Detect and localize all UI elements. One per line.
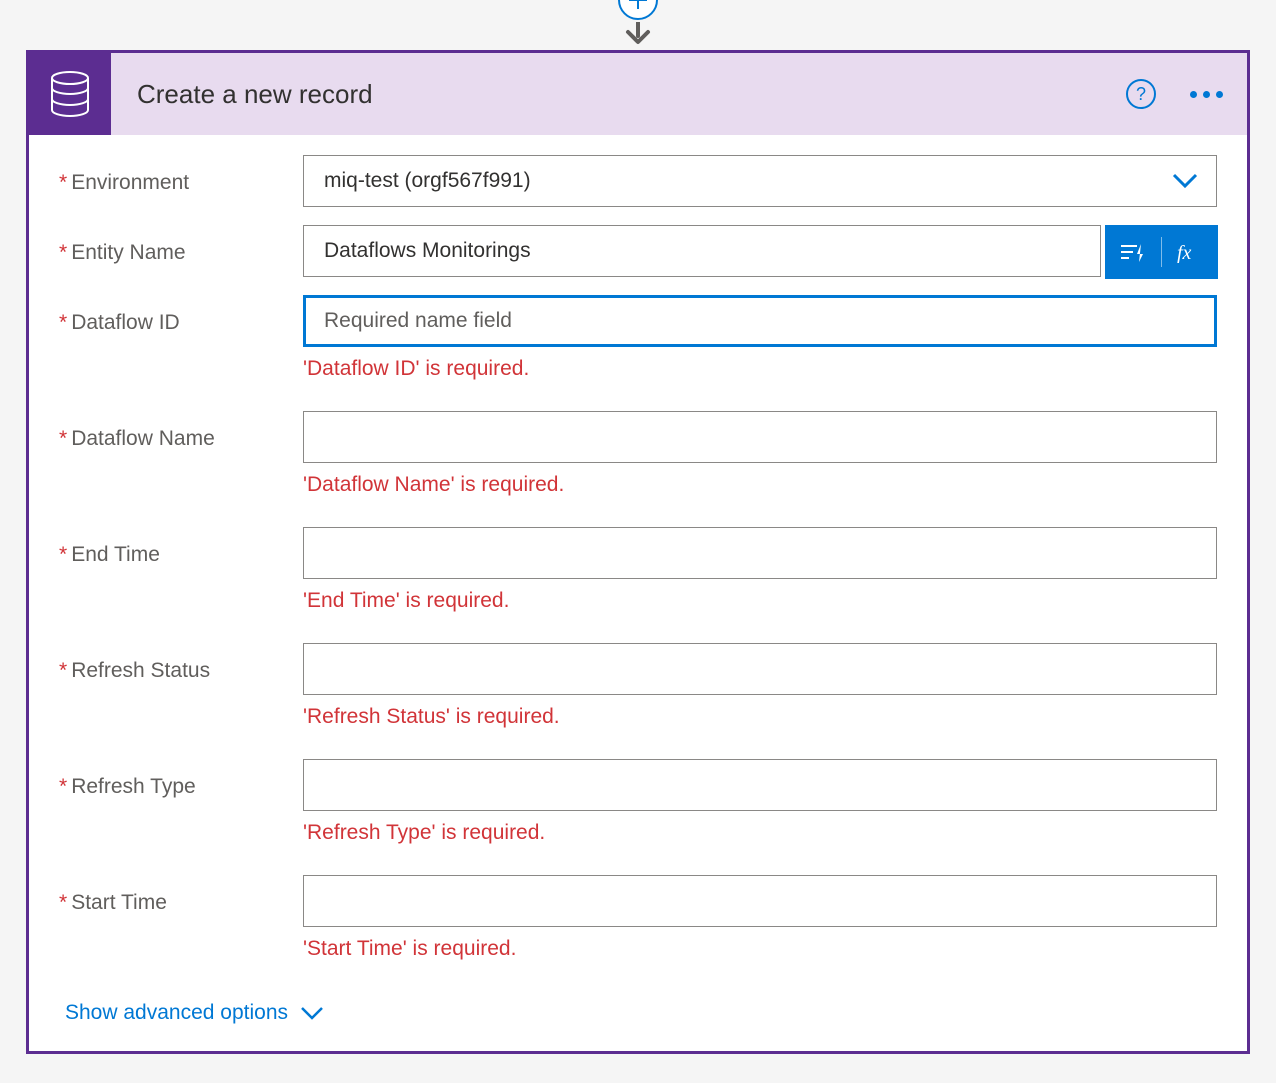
entity-name-value: Dataflows Monitorings	[324, 239, 531, 263]
fx-icon: fx	[1177, 241, 1203, 263]
dataflow-id-input[interactable]	[303, 295, 1217, 347]
header-actions: ?	[1126, 79, 1229, 109]
help-button[interactable]: ?	[1126, 79, 1156, 109]
field-row-environment: *Environment miq-test (orgf567f991)	[59, 155, 1217, 207]
chevron-down-icon	[300, 1006, 324, 1020]
card-body: *Environment miq-test (orgf567f991) *Ent…	[29, 135, 1247, 1051]
card-header[interactable]: Create a new record ?	[29, 53, 1247, 135]
end-time-input[interactable]	[303, 527, 1217, 579]
add-step-connector	[618, 0, 658, 46]
dynamic-content-button[interactable]	[1105, 225, 1161, 279]
field-label-refresh-type: *Refresh Type	[59, 759, 303, 799]
start-time-input[interactable]	[303, 875, 1217, 927]
connector-icon-box	[29, 53, 111, 135]
dynamic-content-toolbar: fx	[1105, 225, 1218, 279]
database-icon	[48, 70, 92, 118]
field-label-environment: *Environment	[59, 155, 303, 195]
field-section-start-time: *Start Time 'Start Time' is required.	[59, 875, 1217, 971]
field-label-end-time: *End Time	[59, 527, 303, 567]
refresh-type-error: 'Refresh Type' is required.	[303, 821, 1217, 845]
entity-name-select[interactable]: Dataflows Monitorings	[303, 225, 1101, 277]
refresh-type-input[interactable]	[303, 759, 1217, 811]
refresh-status-error: 'Refresh Status' is required.	[303, 705, 1217, 729]
end-time-error: 'End Time' is required.	[303, 589, 1217, 613]
more-icon	[1216, 91, 1223, 98]
dataflow-name-input[interactable]	[303, 411, 1217, 463]
dataflow-id-error: 'Dataflow ID' is required.	[303, 357, 1217, 381]
show-advanced-options-button[interactable]: Show advanced options	[65, 1001, 1217, 1025]
svg-text:fx: fx	[1177, 242, 1192, 263]
environment-select[interactable]: miq-test (orgf567f991)	[303, 155, 1217, 207]
field-section-refresh-status: *Refresh Status 'Refresh Status' is requ…	[59, 643, 1217, 739]
advanced-options-label: Show advanced options	[65, 1001, 288, 1025]
field-section-end-time: *End Time 'End Time' is required.	[59, 527, 1217, 623]
arrow-down-icon	[622, 22, 654, 46]
field-section-dataflow-id: *Dataflow ID 'Dataflow ID' is required.	[59, 295, 1217, 391]
add-step-button[interactable]	[618, 0, 658, 20]
more-icon	[1190, 91, 1197, 98]
environment-value: miq-test (orgf567f991)	[324, 169, 531, 193]
expression-button[interactable]: fx	[1162, 225, 1218, 279]
plus-icon	[627, 0, 649, 11]
field-label-dataflow-id: *Dataflow ID	[59, 295, 303, 335]
help-icon: ?	[1136, 84, 1146, 105]
start-time-error: 'Start Time' is required.	[303, 937, 1217, 961]
dataflow-name-error: 'Dataflow Name' is required.	[303, 473, 1217, 497]
more-icon	[1203, 91, 1210, 98]
more-button[interactable]	[1184, 85, 1229, 104]
field-label-dataflow-name: *Dataflow Name	[59, 411, 303, 451]
card-title: Create a new record	[137, 79, 373, 110]
field-section-refresh-type: *Refresh Type 'Refresh Type' is required…	[59, 759, 1217, 855]
field-label-start-time: *Start Time	[59, 875, 303, 915]
refresh-status-input[interactable]	[303, 643, 1217, 695]
field-label-refresh-status: *Refresh Status	[59, 643, 303, 683]
chevron-down-icon	[1172, 173, 1198, 189]
lightning-icon	[1119, 240, 1147, 264]
field-label-entity-name: *Entity Name	[59, 225, 303, 265]
field-row-entity-name: *Entity Name Dataflows Monitorings	[59, 225, 1217, 277]
field-section-dataflow-name: *Dataflow Name 'Dataflow Name' is requir…	[59, 411, 1217, 507]
action-card: Create a new record ? *Environment miq-t…	[26, 50, 1250, 1054]
